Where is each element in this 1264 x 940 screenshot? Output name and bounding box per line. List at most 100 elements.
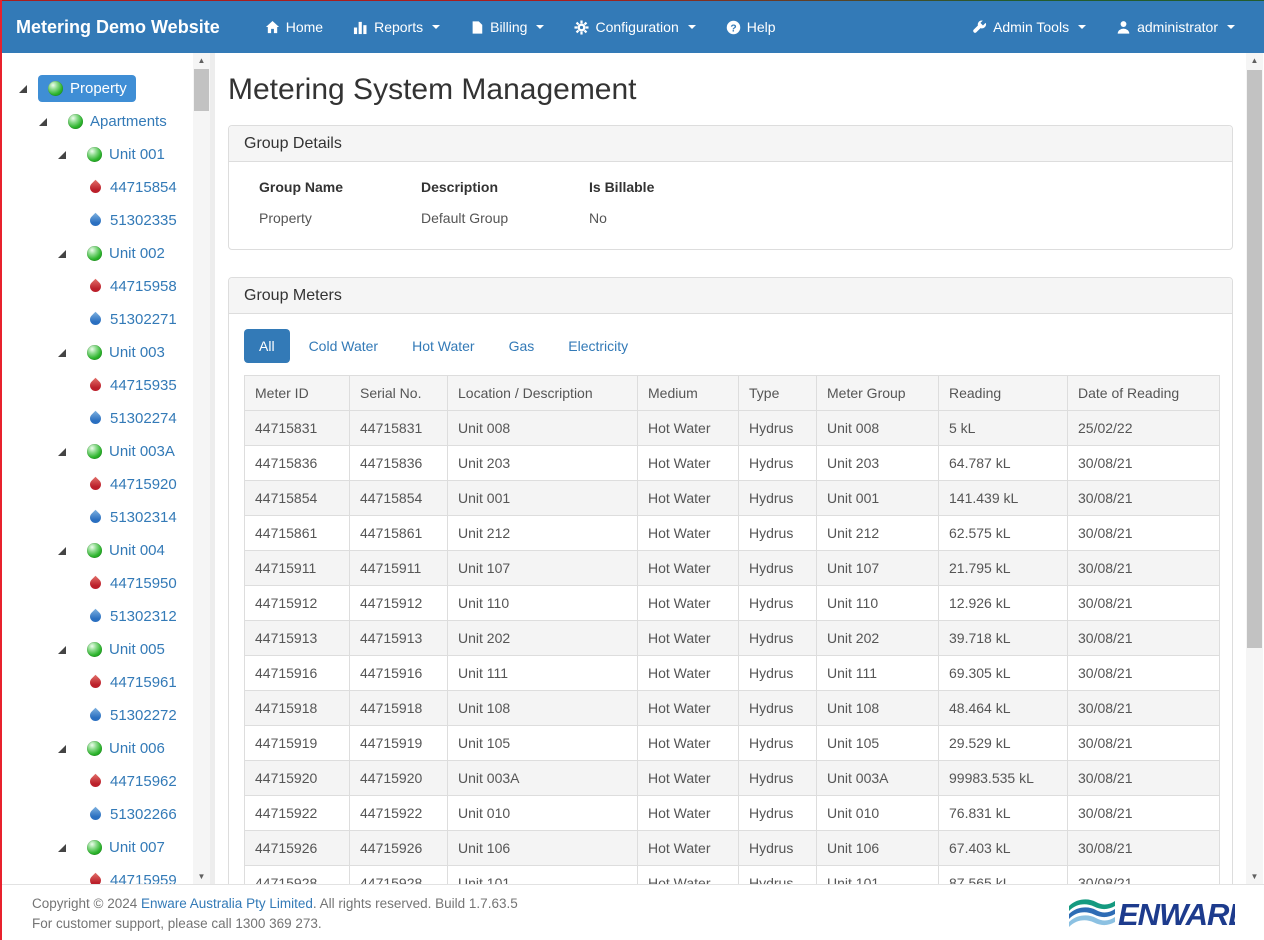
expand-arrow-icon[interactable]: [57, 843, 67, 853]
nav-help[interactable]: ? Help: [711, 1, 791, 53]
sidebar-scrollbar-thumb[interactable]: [194, 69, 209, 111]
expand-arrow-icon[interactable]: [57, 744, 67, 754]
expand-arrow-icon[interactable]: [57, 645, 67, 655]
nav-admin-tools[interactable]: Admin Tools: [957, 1, 1101, 53]
tree-node-icon: [86, 147, 102, 163]
navbar-right-menu: Admin Tools administrator: [957, 1, 1250, 53]
tree-node[interactable]: 44715935: [0, 369, 193, 402]
cell-medium: Hot Water: [638, 656, 739, 691]
cell-serial-no: 44715831: [350, 411, 448, 446]
tree-node-label: 51302314: [110, 509, 177, 526]
cell-location: Unit 003A: [448, 761, 638, 796]
meter-table-row[interactable]: 44715928 44715928 Unit 101 Hot Water Hyd…: [245, 866, 1220, 885]
cell-type: Hydrus: [739, 516, 817, 551]
meter-table-row[interactable]: 44715926 44715926 Unit 106 Hot Water Hyd…: [245, 831, 1220, 866]
tree-node[interactable]: Unit 002: [0, 237, 193, 270]
tree-node[interactable]: 51302266: [0, 798, 193, 831]
expand-arrow-icon[interactable]: [57, 447, 67, 457]
tree-node-icon: [87, 873, 103, 885]
expand-arrow-icon[interactable]: [57, 546, 67, 556]
cell-meter-group: Unit 108: [817, 691, 939, 726]
expand-arrow-icon[interactable]: [38, 117, 48, 127]
expand-arrow-icon[interactable]: [18, 84, 28, 94]
scroll-up-arrow[interactable]: ▲: [1246, 53, 1263, 68]
meter-filter-tab[interactable]: Gas: [494, 329, 550, 363]
tree-node[interactable]: 51302271: [0, 303, 193, 336]
meter-table-row[interactable]: 44715916 44715916 Unit 111 Hot Water Hyd…: [245, 656, 1220, 691]
meter-table-row[interactable]: 44715854 44715854 Unit 001 Hot Water Hyd…: [245, 481, 1220, 516]
cell-meter-id: 44715920: [245, 761, 350, 796]
col-medium: Medium: [638, 376, 739, 411]
tree-node[interactable]: 44715950: [0, 567, 193, 600]
meter-filter-tab[interactable]: Cold Water: [294, 329, 394, 363]
logo-text: ENWARE: [1118, 897, 1235, 932]
tree-node[interactable]: 44715959: [0, 864, 193, 884]
scroll-down-arrow[interactable]: ▼: [1246, 869, 1263, 884]
meter-filter-tab[interactable]: Electricity: [553, 329, 643, 363]
nav-home[interactable]: Home: [250, 1, 338, 53]
meter-table-row[interactable]: 44715911 44715911 Unit 107 Hot Water Hyd…: [245, 551, 1220, 586]
nav-configuration[interactable]: Configuration: [559, 1, 710, 53]
tree-node[interactable]: 44715920: [0, 468, 193, 501]
cell-meter-id: 44715916: [245, 656, 350, 691]
tree-node[interactable]: 44715958: [0, 270, 193, 303]
tree-node[interactable]: Unit 004: [0, 534, 193, 567]
meter-table-row[interactable]: 44715912 44715912 Unit 110 Hot Water Hyd…: [245, 586, 1220, 621]
cell-location: Unit 212: [448, 516, 638, 551]
cell-meter-id: 44715854: [245, 481, 350, 516]
cell-date-of-reading: 30/08/21: [1068, 831, 1220, 866]
enware-company-link[interactable]: Enware Australia Pty Limited: [141, 896, 313, 911]
scroll-down-arrow[interactable]: ▼: [193, 869, 210, 884]
expand-arrow-icon[interactable]: [57, 249, 67, 259]
tree-node[interactable]: Property: [0, 72, 193, 105]
cell-date-of-reading: 30/08/21: [1068, 796, 1220, 831]
tree-node[interactable]: Unit 003: [0, 336, 193, 369]
tree-node[interactable]: Unit 001: [0, 138, 193, 171]
cell-medium: Hot Water: [638, 586, 739, 621]
meter-table-row[interactable]: 44715831 44715831 Unit 008 Hot Water Hyd…: [245, 411, 1220, 446]
meter-table-row[interactable]: 44715918 44715918 Unit 108 Hot Water Hyd…: [245, 691, 1220, 726]
expand-arrow-icon[interactable]: [57, 150, 67, 160]
tree-node[interactable]: 44715854: [0, 171, 193, 204]
meter-table-row[interactable]: 44715922 44715922 Unit 010 Hot Water Hyd…: [245, 796, 1220, 831]
scroll-up-arrow[interactable]: ▲: [193, 53, 210, 68]
wrench-icon: [972, 20, 987, 35]
main-scrollbar-thumb[interactable]: [1247, 70, 1262, 648]
meter-filter-tab[interactable]: All: [244, 329, 290, 363]
nav-user-menu[interactable]: administrator: [1101, 1, 1250, 53]
tree-node[interactable]: 51302335: [0, 204, 193, 237]
nav-billing[interactable]: Billing: [455, 1, 559, 53]
brand-title[interactable]: Metering Demo Website: [0, 17, 236, 38]
tree-node[interactable]: 44715961: [0, 666, 193, 699]
tree-node-label: Unit 003A: [109, 443, 175, 460]
tree-node[interactable]: Unit 005: [0, 633, 193, 666]
meter-table-row[interactable]: 44715919 44715919 Unit 105 Hot Water Hyd…: [245, 726, 1220, 761]
screenshot-top-edge-artifact: [0, 0, 1264, 1]
tree-node[interactable]: Unit 003A: [0, 435, 193, 468]
cell-serial-no: 44715918: [350, 691, 448, 726]
cell-medium: Hot Water: [638, 446, 739, 481]
cell-meter-id: 44715912: [245, 586, 350, 621]
tree-node[interactable]: 51302274: [0, 402, 193, 435]
meter-table-row[interactable]: 44715920 44715920 Unit 003A Hot Water Hy…: [245, 761, 1220, 796]
tree-node-icon: [86, 642, 102, 658]
tree-node[interactable]: 51302314: [0, 501, 193, 534]
tree-node[interactable]: 51302272: [0, 699, 193, 732]
tree-node[interactable]: 44715962: [0, 765, 193, 798]
meter-filter-tab[interactable]: Hot Water: [397, 329, 490, 363]
main-scrollbar[interactable]: ▲ ▼: [1246, 53, 1263, 884]
tree-node-icon: [87, 312, 103, 328]
meter-table-row[interactable]: 44715861 44715861 Unit 212 Hot Water Hyd…: [245, 516, 1220, 551]
nav-reports[interactable]: Reports: [338, 1, 455, 53]
meter-table-row[interactable]: 44715836 44715836 Unit 203 Hot Water Hyd…: [245, 446, 1220, 481]
meter-table-row[interactable]: 44715913 44715913 Unit 202 Hot Water Hyd…: [245, 621, 1220, 656]
tree-node[interactable]: Unit 006: [0, 732, 193, 765]
tree-node[interactable]: 51302312: [0, 600, 193, 633]
cell-date-of-reading: 30/08/21: [1068, 761, 1220, 796]
cell-meter-group: Unit 105: [817, 726, 939, 761]
tree-node[interactable]: Apartments: [0, 105, 193, 138]
expand-arrow-icon[interactable]: [57, 348, 67, 358]
col-location: Location / Description: [448, 376, 638, 411]
sidebar-scrollbar[interactable]: ▲ ▼: [193, 53, 210, 884]
tree-node[interactable]: Unit 007: [0, 831, 193, 864]
